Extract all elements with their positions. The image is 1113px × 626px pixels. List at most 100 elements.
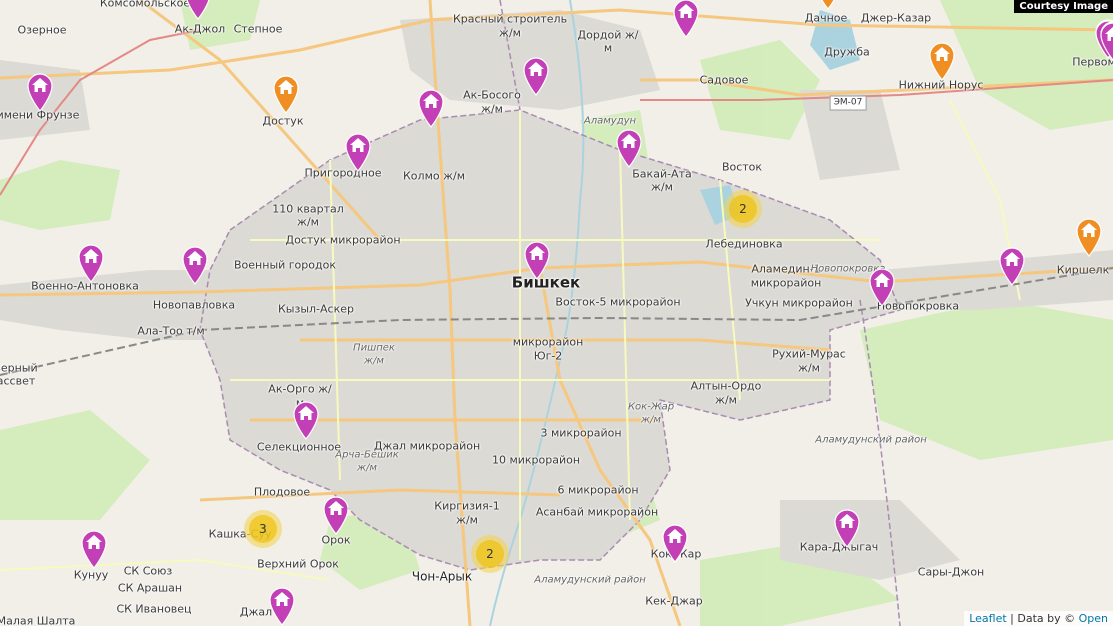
house-marker[interactable]: [868, 267, 896, 307]
house-marker[interactable]: [272, 74, 300, 114]
house-marker[interactable]: [344, 132, 372, 172]
map-base-layer: [0, 0, 1113, 626]
map-place-label: Киргизия-1: [434, 499, 500, 513]
map-place-label: ж/м: [641, 414, 661, 426]
map-place-label: 110 квартал: [272, 202, 344, 216]
house-icon: [78, 244, 104, 283]
map-canvas[interactable]: Комсомольское Ак-Джол Степное Озерное Красны…: [0, 0, 1113, 626]
map-place-label: ассвет: [0, 374, 36, 388]
map-place-label: ж/м: [798, 361, 820, 375]
map-place-label: Плодовое: [253, 485, 311, 499]
marker-cluster[interactable]: 2: [471, 535, 509, 573]
house-icon: [269, 587, 295, 626]
house-icon: [1100, 22, 1113, 61]
marker-cluster[interactable]: 2: [724, 190, 762, 228]
map-place-label: Достук микрорайон: [285, 233, 401, 247]
cluster-count: 2: [729, 195, 757, 223]
house-marker[interactable]: [292, 400, 320, 440]
house-marker[interactable]: [26, 72, 54, 112]
map-place-label: ж/м: [364, 355, 384, 367]
map-place-label: Верхний Орок: [257, 557, 339, 571]
map-place-label: Военный городок: [234, 258, 336, 272]
map-place-label: Комсомольское: [99, 0, 191, 10]
house-icon: [523, 57, 549, 96]
map-place-label: м: [603, 41, 613, 55]
house-icon: [524, 241, 550, 280]
map-place-label: ж/м: [456, 513, 478, 527]
map-place-label: Бакай-Ата: [632, 167, 692, 181]
map-place-label: Дачное: [804, 11, 848, 25]
map-place-label: Рухий-Мурас: [772, 347, 846, 361]
house-icon: [929, 42, 955, 81]
attribution-text: | Data by ©: [1006, 612, 1079, 625]
house-marker[interactable]: [998, 246, 1026, 286]
house-icon: [834, 509, 860, 548]
house-icon: [81, 530, 107, 569]
map-place-label: 10 микрорайон: [491, 453, 581, 467]
house-marker[interactable]: [928, 41, 956, 81]
map-place-label: Пишпек: [353, 342, 395, 354]
house-icon: [662, 524, 688, 563]
map-place-label: Сары-Джон: [917, 565, 985, 579]
house-marker[interactable]: [672, 0, 700, 38]
map-place-label: верный: [0, 361, 38, 375]
house-icon: [182, 246, 208, 285]
map-place-label: Восток: [721, 160, 763, 174]
map-place-label: Кунуу: [73, 568, 109, 582]
map-place-label: Аламудун: [583, 115, 637, 127]
house-icon: [616, 129, 642, 168]
map-place-label: Ак-Джол: [174, 22, 226, 36]
map-place-label: ж/м: [297, 215, 319, 229]
house-marker[interactable]: [1075, 217, 1103, 257]
marker-cluster[interactable]: 3: [244, 510, 282, 548]
map-place-label: 3 микрорайон: [540, 426, 622, 440]
map-attribution: Leaflet | Data by © Open: [964, 611, 1113, 626]
map-place-label: Учкун микрорайон: [745, 296, 853, 310]
house-marker[interactable]: [814, 0, 842, 10]
map-place-label: Арча-Бешик: [335, 449, 399, 461]
map-place-label: СК Союз: [123, 564, 173, 578]
house-marker[interactable]: [77, 243, 105, 283]
map-place-label: Лебединовка: [705, 237, 783, 251]
map-place-label: Степное: [233, 22, 283, 36]
map-place-label: Ала-Тоо т/м: [137, 324, 205, 338]
map-place-label: Аламудунский район: [534, 574, 646, 586]
house-marker[interactable]: [322, 495, 350, 535]
house-marker[interactable]: [833, 508, 861, 548]
house-icon: [1076, 218, 1102, 257]
map-place-label: Аламудунский район: [815, 434, 927, 446]
house-marker[interactable]: [1099, 21, 1113, 61]
map-place-label: Дордой ж/: [577, 28, 639, 42]
house-icon: [273, 75, 299, 114]
map-place-label: Киршелк: [1056, 263, 1110, 277]
osm-link[interactable]: Open: [1079, 612, 1108, 625]
house-marker[interactable]: [417, 88, 445, 128]
map-place-label: Восток-5 микрорайон: [555, 295, 681, 309]
house-marker[interactable]: [523, 240, 551, 280]
house-icon: [323, 496, 349, 535]
map-place-label: ж/м: [481, 102, 503, 116]
cluster-count: 2: [476, 540, 504, 568]
map-place-label: Чон-Арык: [411, 569, 473, 584]
map-place-label: Кек-Джар: [645, 594, 703, 608]
cluster-count: 3: [249, 515, 277, 543]
house-marker[interactable]: [268, 586, 296, 626]
house-icon: [869, 268, 895, 307]
house-icon: [821, 0, 835, 10]
house-marker[interactable]: [615, 128, 643, 168]
map-place-label: Красный строитель: [452, 12, 568, 26]
house-marker[interactable]: [661, 523, 689, 563]
house-icon: [293, 401, 319, 440]
house-icon: [27, 73, 53, 112]
map-place-label: ж/м: [651, 180, 673, 194]
house-marker[interactable]: [184, 0, 212, 20]
map-place-label: Асанбай микрорайон: [535, 505, 659, 519]
house-marker[interactable]: [80, 529, 108, 569]
house-icon: [418, 89, 444, 128]
map-place-label: Кок-Жар: [627, 401, 675, 413]
map-place-label: ЭМ-07: [829, 95, 867, 111]
house-icon: [673, 0, 699, 38]
house-marker[interactable]: [181, 245, 209, 285]
leaflet-link[interactable]: Leaflet: [969, 612, 1006, 625]
house-marker[interactable]: [522, 56, 550, 96]
